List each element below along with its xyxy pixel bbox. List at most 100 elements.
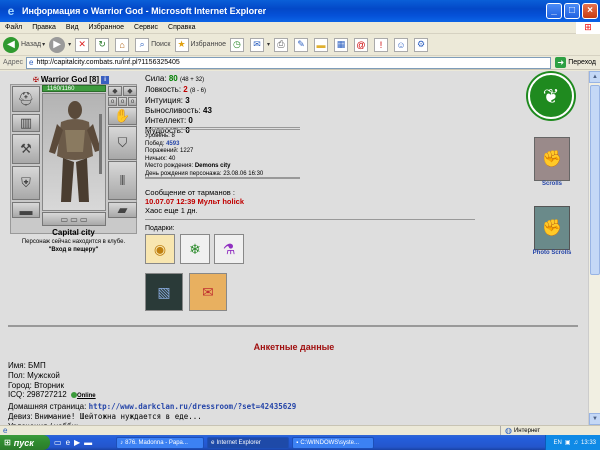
- refresh-button[interactable]: ↻: [95, 37, 111, 52]
- home-button[interactable]: ⌂: [115, 37, 131, 52]
- scroll-thumb[interactable]: [590, 85, 600, 275]
- back-button[interactable]: ◀ Назад ▾: [3, 36, 45, 53]
- record-wins: Побед: 4593: [145, 141, 263, 149]
- page-status-icon: e: [3, 425, 8, 435]
- menu-view[interactable]: Вид: [61, 24, 84, 31]
- profile-city: Город: Вторник: [8, 381, 296, 391]
- bracers-slot[interactable]: ▥: [12, 114, 40, 132]
- belt-slot[interactable]: ▬: [12, 202, 40, 218]
- quick-launch-folder-icon[interactable]: ▬: [84, 438, 92, 447]
- record-value: 8: [171, 133, 175, 139]
- armor-slot[interactable]: ⛨: [12, 166, 40, 200]
- boots-slot[interactable]: ▰: [108, 202, 137, 218]
- tools-button[interactable]: ⚙: [414, 37, 430, 52]
- quick-launch-ie-icon[interactable]: e: [66, 438, 70, 447]
- earring-slot[interactable]: ◆: [108, 86, 122, 96]
- back-arrow-icon: ◀: [3, 36, 19, 53]
- gift-card[interactable]: ▧: [145, 273, 183, 311]
- at-button[interactable]: @: [354, 37, 370, 52]
- record-birthplace: Место рождения: Demons city: [145, 163, 263, 171]
- record-label: Место рождения:: [145, 163, 194, 169]
- profile-label: Город:: [8, 380, 32, 390]
- task-cmd[interactable]: ▪ C:\WINDOWS\syste...: [292, 436, 375, 449]
- menu-edit[interactable]: Правка: [27, 24, 61, 31]
- favorites-button[interactable]: ★ Избранное: [174, 37, 226, 52]
- stop-button[interactable]: ✕: [75, 37, 91, 52]
- shield-slot[interactable]: ⛉: [108, 126, 137, 160]
- users-icon: ☺: [394, 37, 408, 52]
- address-input[interactable]: e http://capitalcity.combats.ru/inf.pl?1…: [26, 56, 552, 69]
- chaos-line: Хаос еще 1 дн.: [145, 206, 198, 215]
- chevron-down-icon: ▾: [266, 42, 270, 48]
- amulet-slot[interactable]: ◆: [123, 86, 137, 96]
- tray-volume-icon[interactable]: ♫: [573, 440, 578, 446]
- vertical-scrollbar[interactable]: ▲ ▼: [588, 71, 600, 425]
- maximize-button[interactable]: □: [564, 3, 580, 19]
- profile-value: 298727212: [26, 390, 67, 400]
- close-button[interactable]: ×: [582, 3, 598, 19]
- scroll-down-icon[interactable]: ▼: [589, 413, 600, 425]
- search-button[interactable]: ⌕ Поиск: [135, 37, 171, 52]
- menu-help[interactable]: Справка: [163, 24, 200, 31]
- menu-file[interactable]: Файл: [0, 24, 27, 31]
- clan-icon: ✠: [33, 76, 39, 84]
- weapon-slot[interactable]: ⚒: [12, 134, 40, 164]
- info-icon[interactable]: i: [101, 75, 110, 84]
- menu-tools[interactable]: Сервис: [129, 24, 163, 31]
- folder-button[interactable]: ▬: [314, 37, 330, 52]
- gloves-slot[interactable]: ✋: [108, 107, 137, 125]
- leggings-slot[interactable]: ⫴: [108, 161, 137, 200]
- helmet-slot[interactable]: ⛑: [12, 86, 40, 112]
- address-url: http://capitalcity.combats.ru/inf.pl?115…: [36, 59, 180, 66]
- print-button[interactable]: ⎙: [274, 37, 290, 52]
- go-button[interactable]: ➜ Переход: [555, 57, 596, 68]
- ring-slot-2[interactable]: o: [118, 97, 127, 106]
- menu-favorites[interactable]: Избранное: [84, 24, 129, 31]
- mail-button[interactable]: ✉ ▾: [249, 37, 270, 52]
- start-button[interactable]: ⊞ пуск: [0, 435, 50, 450]
- scroll-up-icon[interactable]: ▲: [589, 71, 600, 83]
- history-button[interactable]: ◷: [229, 37, 246, 52]
- ie-task-icon: e: [211, 439, 215, 446]
- favorites-label: Избранное: [190, 41, 226, 48]
- alert-icon: !: [374, 37, 388, 52]
- alert-button[interactable]: !: [374, 37, 390, 52]
- gift-globe[interactable]: ❄: [180, 234, 210, 264]
- divider: [8, 326, 578, 327]
- clan-leaf-icon[interactable]: ❦: [528, 73, 574, 119]
- window-title: Информация о Warrior God - Microsoft Int…: [22, 6, 267, 16]
- ring-slot-3[interactable]: o: [128, 97, 137, 106]
- search-icon: ⌕: [135, 37, 150, 52]
- task-winamp[interactable]: ♪ 876. Madonna - Papa...: [116, 436, 205, 449]
- photo-scrolls-label: Photo Scrolls: [532, 250, 572, 256]
- quick-launch-player-icon[interactable]: ▶: [74, 438, 80, 447]
- messenger-button[interactable]: ▦: [334, 37, 350, 52]
- profile-value: БМП: [28, 361, 46, 370]
- ring-slot-1[interactable]: o: [108, 97, 117, 106]
- gift-potions[interactable]: ⚗: [214, 234, 244, 264]
- gift-envelope[interactable]: ✉: [189, 273, 227, 311]
- messenger-icon: ▦: [334, 37, 348, 52]
- address-label: Адрес: [3, 59, 24, 66]
- tray-language-icon[interactable]: EN: [553, 440, 561, 446]
- character-name[interactable]: Warrior God: [41, 75, 87, 84]
- forward-button[interactable]: ▶ ▾: [49, 36, 71, 53]
- tray-network-icon[interactable]: ▣: [565, 439, 571, 446]
- online-label[interactable]: Online: [77, 393, 96, 399]
- scrolls-link[interactable]: ✊ Scrolls: [527, 137, 577, 187]
- tray-clock[interactable]: 13:33: [581, 440, 596, 446]
- profile-title: Анкетные данные: [253, 342, 335, 352]
- stat-intellect: Интеллект: 0: [145, 116, 212, 126]
- quick-launch-desktop-icon[interactable]: ▭: [54, 438, 62, 447]
- gift-coin[interactable]: ◉: [145, 234, 175, 264]
- star-icon: ★: [174, 37, 189, 52]
- task-label: Internet Explorer: [216, 439, 261, 446]
- record-level: Уровень: 8: [145, 133, 263, 141]
- photo-scrolls-link[interactable]: ✊ Photo Scrolls: [527, 206, 577, 256]
- minimize-button[interactable]: _: [546, 3, 562, 19]
- task-internet-explorer[interactable]: e Internet Explorer: [207, 436, 290, 449]
- pocket-slots[interactable]: ▭ ▭ ▭: [42, 212, 106, 226]
- users-button[interactable]: ☺: [394, 37, 410, 52]
- homepage-link[interactable]: http://www.darkclan.ru/dressroom/?set=42…: [89, 402, 297, 411]
- edit-button[interactable]: ✎: [294, 37, 310, 52]
